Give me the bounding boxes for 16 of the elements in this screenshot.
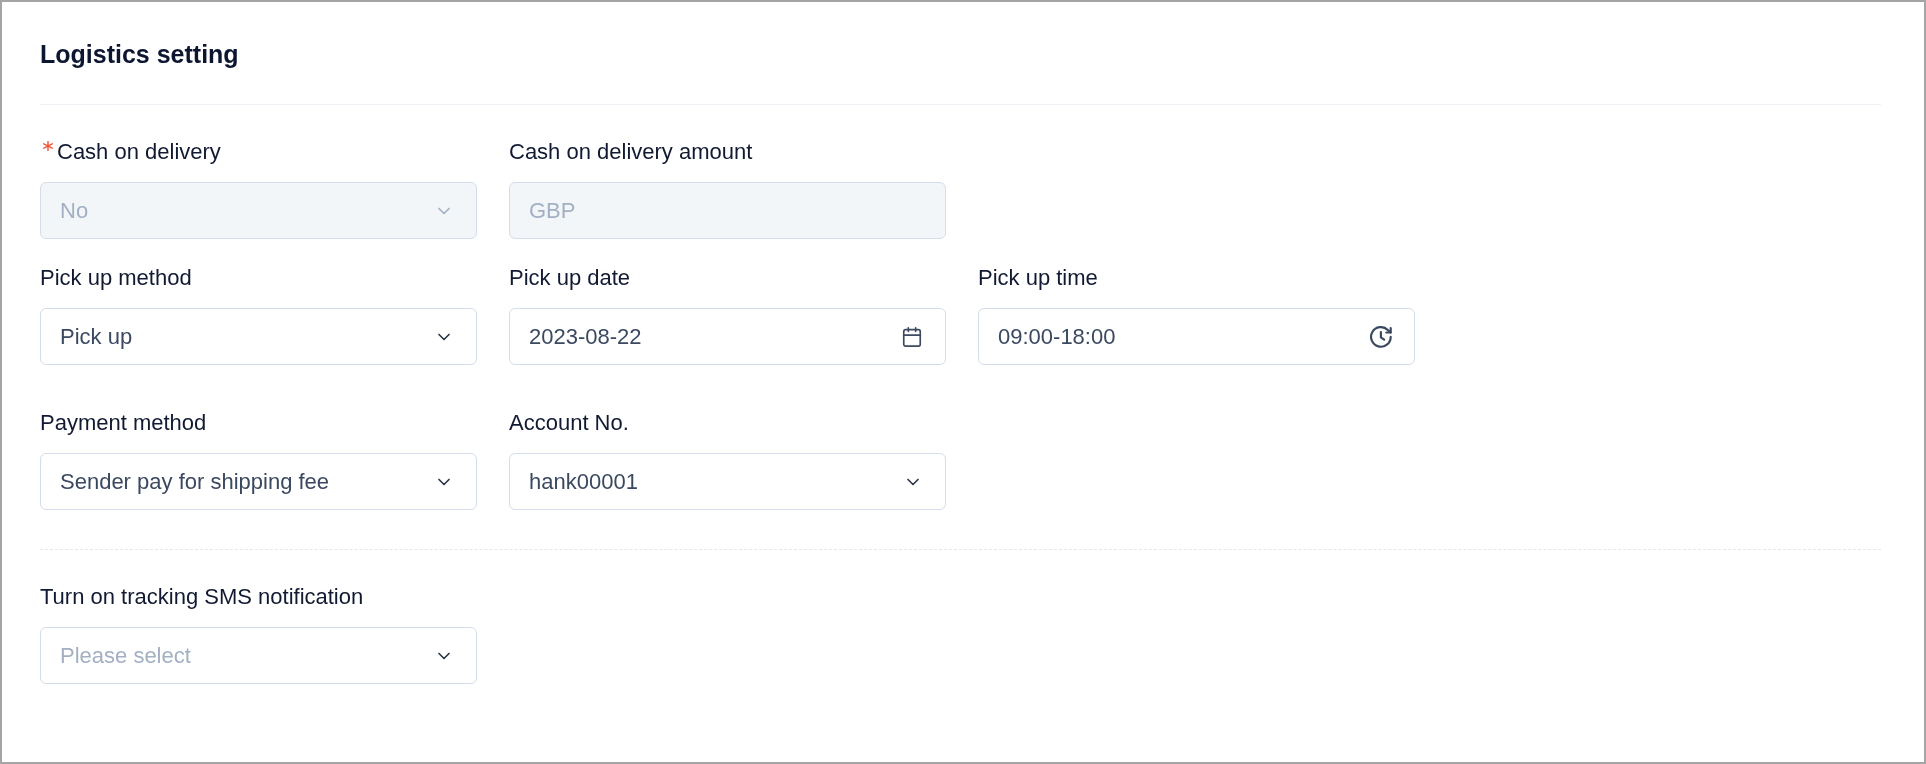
field-label: Cash on delivery amount [509,138,753,166]
dropdown-field[interactable]: Sender pay for shipping fee [40,453,477,510]
date-field[interactable]: 2023-08-22 [509,308,946,365]
field-label: Payment method [40,409,207,437]
time-field[interactable]: 09:00-18:00 [978,308,1415,365]
clock-icon [1370,325,1392,348]
field-label: Turn on tracking SMS notification [40,583,364,611]
field-label: Cash on delivery [57,138,221,166]
field-label: Pick up date [509,264,631,292]
field-label: Pick up method [40,264,192,292]
section-title: Logistics setting [40,39,239,69]
field-label: Pick up time [978,264,1098,292]
calendar-icon [901,325,923,348]
field-label: Account No. [509,409,629,437]
dropdown-field[interactable]: Pick up [40,308,477,365]
dropdown-field[interactable]: hank00001 [509,453,946,510]
